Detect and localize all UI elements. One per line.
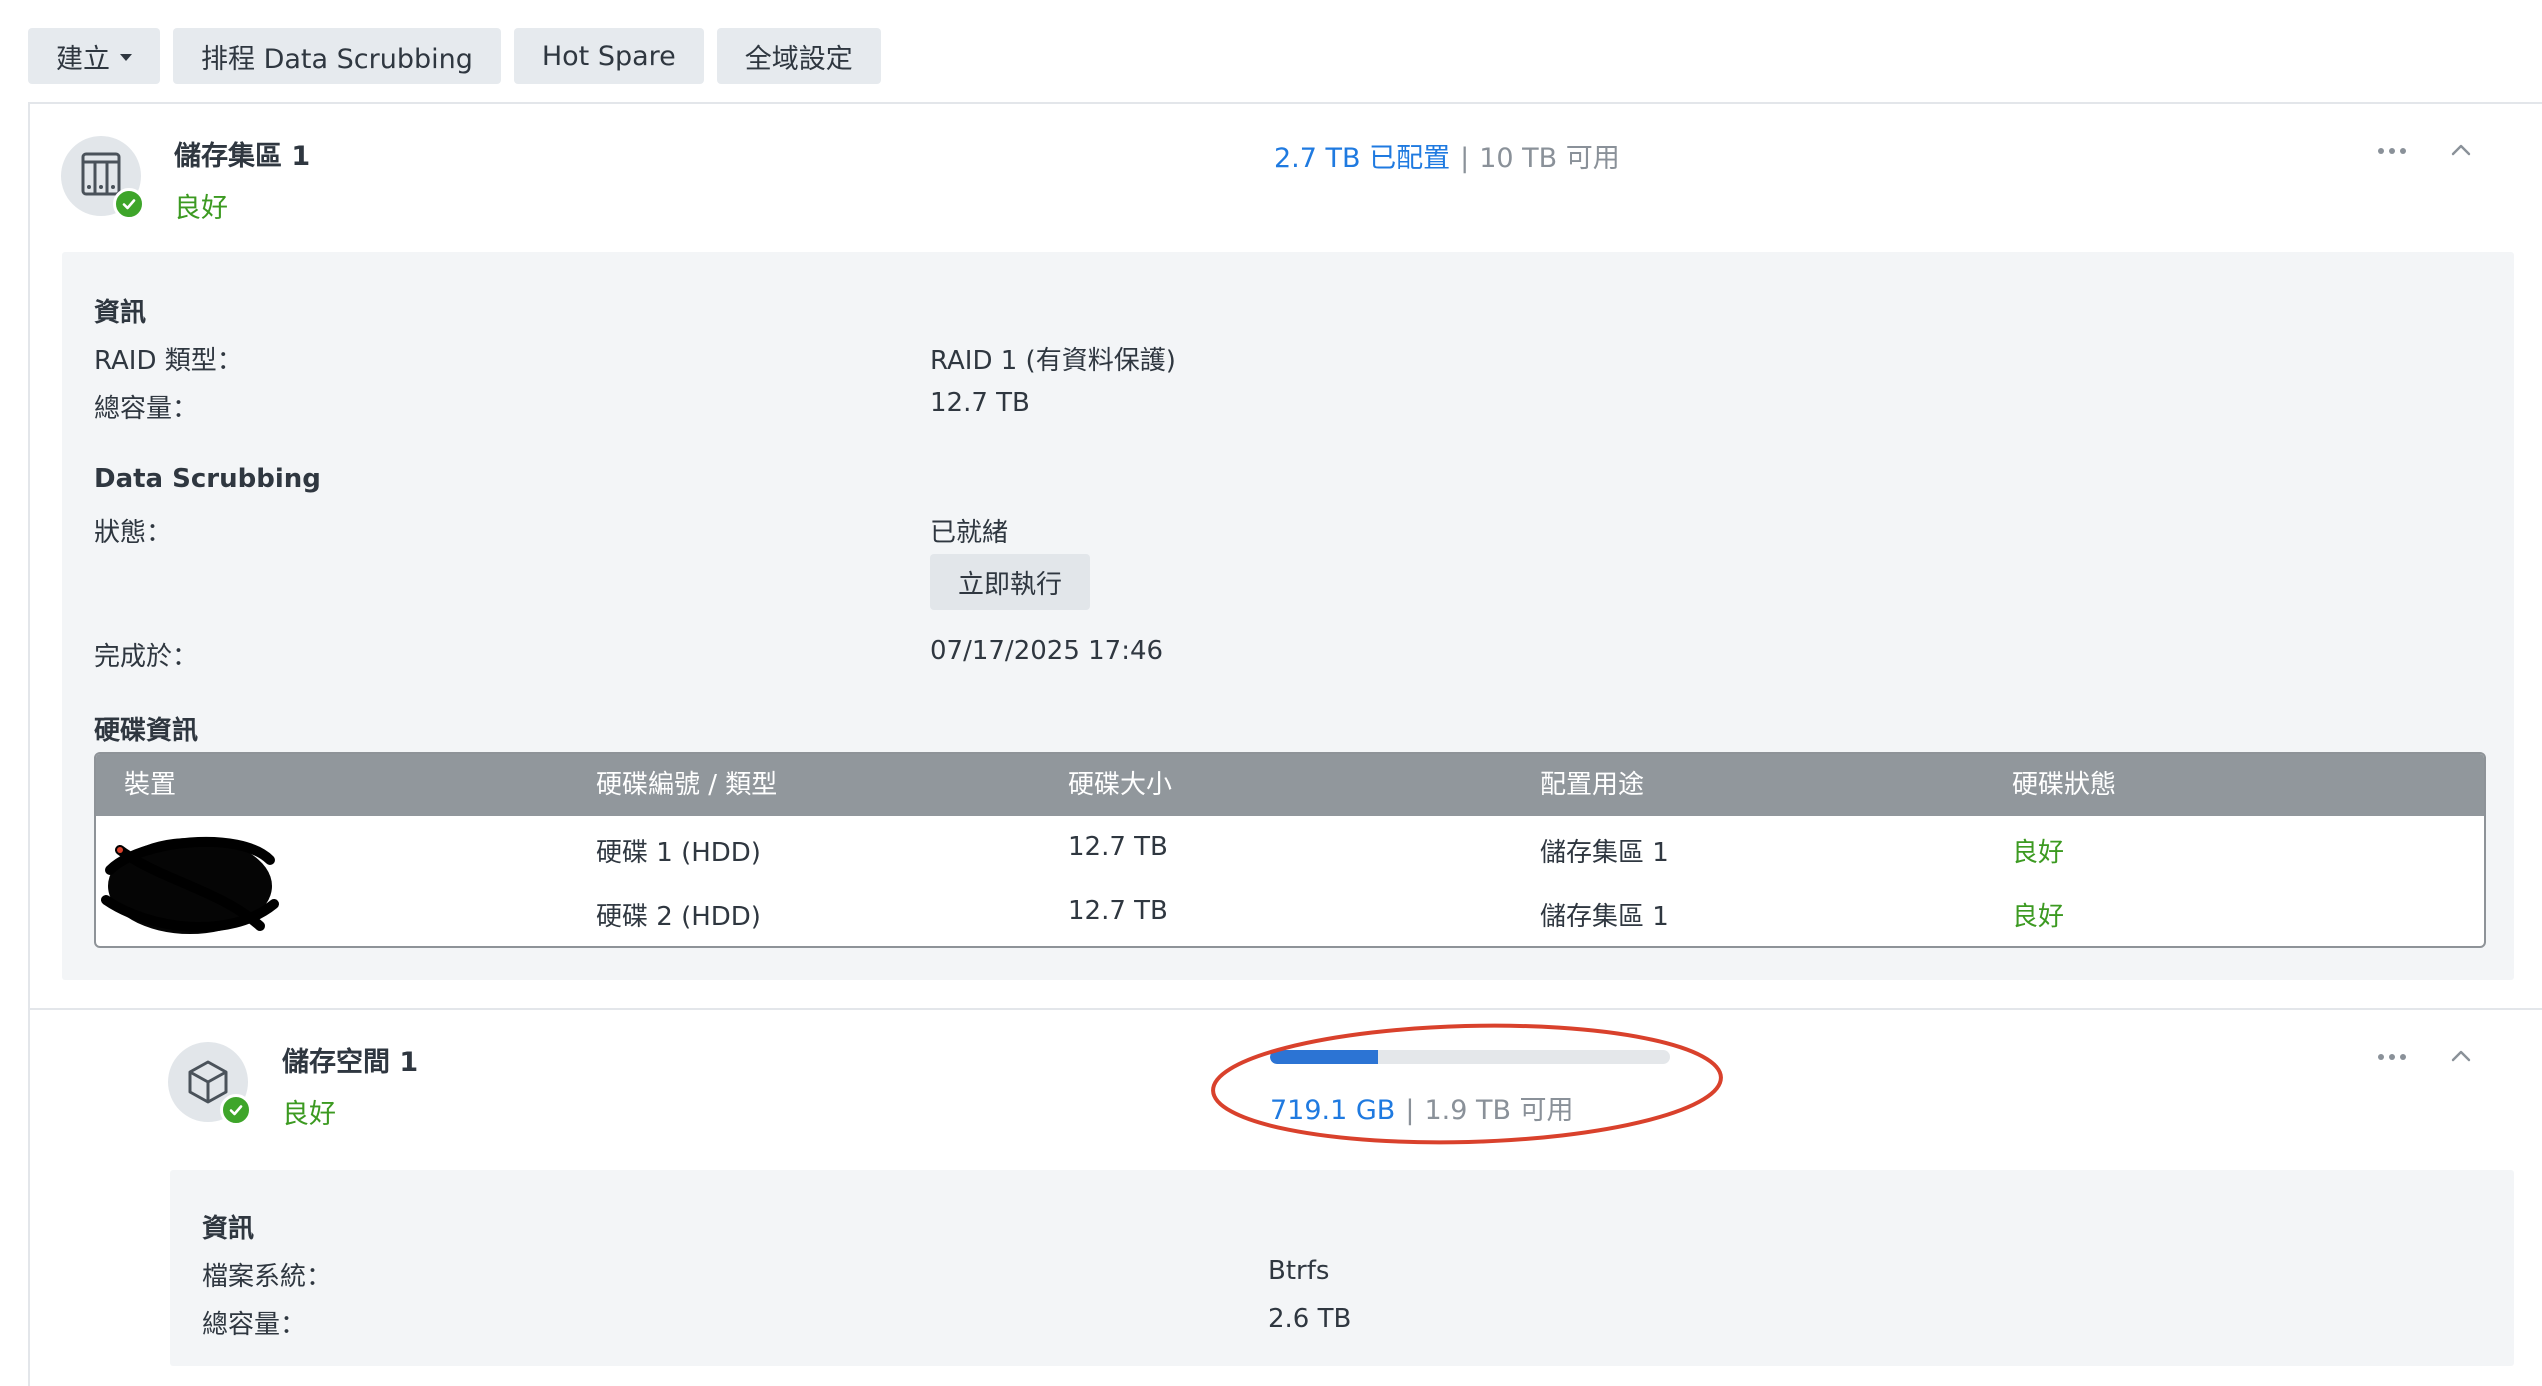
check-icon (220, 1094, 252, 1126)
global-settings-button[interactable]: 全域設定 (716, 28, 881, 84)
volume-info-heading: 資訊 (202, 1214, 255, 1244)
volume-name: 儲存空間 1 (282, 1047, 419, 1078)
volume-info-box: 資訊 檔案系統： Btrfs 總容量： 2.6 TB (170, 1170, 2514, 1366)
more-dots-icon[interactable] (2378, 1054, 2406, 1060)
storage-panel: 儲存集區 1 良好 2.7 TB 已配置 | 10 TB 可用 資訊 RAID 類型… (28, 102, 2542, 1386)
col-allocation: 配置用途 (1540, 770, 1645, 800)
raid-type-value: RAID 1 (有資料保護) (930, 346, 1176, 376)
total-capacity-label: 總容量： (94, 394, 199, 424)
completed-value: 07/17/2025 17:46 (930, 636, 1164, 666)
dropdown-caret-icon (120, 54, 132, 61)
global-settings-label: 全域設定 (744, 43, 853, 75)
chevron-up-icon[interactable] (2448, 1046, 2474, 1066)
section-divider (30, 1008, 2542, 1010)
volume-capacity-value: 2.6 TB (1268, 1304, 1352, 1334)
disk-status-cell: 良好 (2012, 902, 2065, 932)
disk-table-header: 裝置 硬碟編號 / 類型 硬碟大小 配置用途 硬碟狀態 (96, 754, 2484, 816)
col-disk-status: 硬碟狀態 (2012, 770, 2117, 800)
pool-name: 儲存集區 1 (174, 141, 311, 172)
hot-spare-label: Hot Spare (541, 40, 676, 72)
scrub-state-value: 已就緒 (930, 518, 1009, 548)
scrubbing-heading: Data Scrubbing (94, 464, 321, 494)
run-now-label: 立即執行 (958, 569, 1063, 600)
schedule-scrubbing-button[interactable]: 排程 Data Scrubbing (173, 28, 501, 84)
pool-info-heading: 資訊 (94, 298, 147, 328)
disk-id-cell: 硬碟 2 (HDD) (596, 902, 761, 932)
volume-status-icon (168, 1042, 252, 1126)
disk-size-cell: 12.7 TB (1068, 896, 1168, 926)
total-capacity-value: 12.7 TB (930, 388, 1030, 418)
pool-info-box: 資訊 RAID 類型： RAID 1 (有資料保護) 總容量： 12.7 TB … (62, 252, 2514, 980)
disk-allocation-cell: 儲存集區 1 (1540, 838, 1669, 868)
red-annotation-ellipse (1211, 1023, 1723, 1145)
filesystem-label: 檔案系統： (202, 1262, 333, 1292)
chevron-up-icon[interactable] (2448, 140, 2474, 160)
disk-allocation-cell: 儲存集區 1 (1540, 902, 1669, 932)
col-disk-id: 硬碟編號 / 類型 (596, 770, 778, 800)
disk-id-cell: 硬碟 1 (HDD) (596, 838, 761, 868)
pool-status-icon (61, 136, 145, 220)
schedule-scrubbing-label: 排程 Data Scrubbing (201, 43, 473, 75)
create-button[interactable]: 建立 (28, 28, 160, 84)
disk-table: 裝置 硬碟編號 / 類型 硬碟大小 配置用途 硬碟狀態 硬碟 1 (HDD) 1… (94, 752, 2486, 948)
scrub-state-label: 狀態： (94, 518, 173, 548)
filesystem-value: Btrfs (1268, 1256, 1330, 1286)
hot-spare-button[interactable]: Hot Spare (513, 28, 704, 84)
toolbar: 建立 排程 Data Scrubbing Hot Spare 全域設定 (28, 28, 881, 84)
col-disk-size: 硬碟大小 (1068, 770, 1173, 800)
col-device: 裝置 (124, 770, 177, 800)
disk-info-heading: 硬碟資訊 (94, 716, 199, 746)
completed-label: 完成於： (94, 642, 199, 672)
pool-allocated[interactable]: 2.7 TB 已配置 (1274, 143, 1450, 174)
more-dots-icon[interactable] (2378, 148, 2406, 154)
pool-available: 10 TB 可用 (1479, 143, 1620, 174)
pool-usage-summary: 2.7 TB 已配置 | 10 TB 可用 (1274, 143, 1620, 174)
check-icon (113, 188, 145, 220)
raid-type-label: RAID 類型： (94, 346, 243, 376)
volume-capacity-label: 總容量： (202, 1310, 307, 1340)
run-now-button[interactable]: 立即執行 (930, 554, 1091, 610)
redacted-device-image (101, 836, 279, 934)
volume-status-text: 良好 (282, 1099, 336, 1130)
pool-status-text: 良好 (174, 193, 228, 224)
disk-status-cell: 良好 (2012, 838, 2065, 868)
create-button-label: 建立 (56, 43, 110, 75)
disk-size-cell: 12.7 TB (1068, 832, 1168, 862)
